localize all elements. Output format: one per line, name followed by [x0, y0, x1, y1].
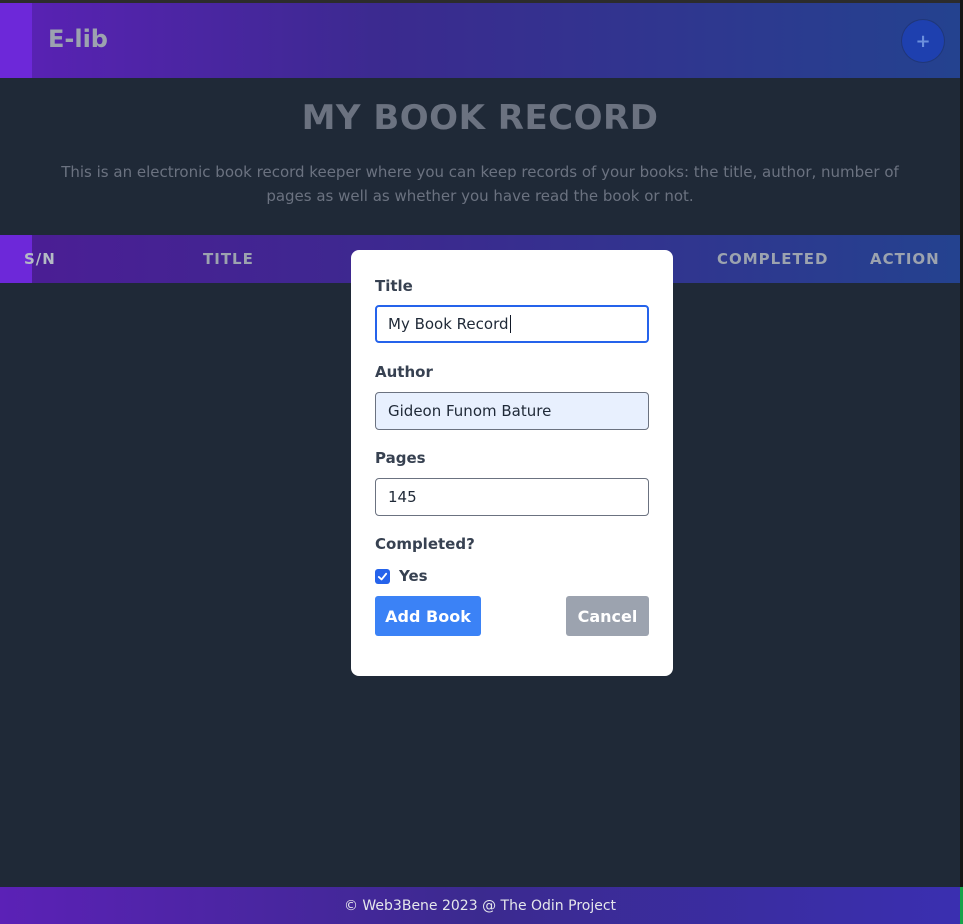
app-header: E-lib +	[0, 0, 960, 78]
plus-icon: +	[915, 30, 931, 52]
column-header-completed: COMPLETED	[717, 250, 829, 268]
pages-input[interactable]: 145	[375, 478, 649, 516]
author-input-value: Gideon Funom Bature	[388, 402, 552, 420]
completed-option: Yes	[375, 567, 428, 585]
add-book-button[interactable]: +	[902, 20, 944, 62]
page-title: MY BOOK RECORD	[301, 98, 659, 138]
text-caret	[509, 315, 511, 333]
cancel-button[interactable]: Cancel	[566, 596, 649, 636]
column-header-action: ACTION	[870, 250, 940, 268]
title-input-value: My Book Record	[388, 315, 509, 333]
completed-checkbox[interactable]	[375, 568, 390, 584]
completed-yes-label[interactable]: Yes	[399, 567, 428, 585]
completed-label: Completed?	[375, 535, 475, 553]
add-book-modal: Title My Book Record Author Gideon Funom…	[351, 250, 673, 676]
pages-label: Pages	[375, 449, 426, 467]
header-accent-bar	[0, 3, 32, 78]
author-label: Author	[375, 363, 433, 381]
page: E-lib + MY BOOK RECORD This is an electr…	[0, 0, 963, 924]
column-header-sn: S/N	[24, 250, 56, 268]
author-input[interactable]: Gideon Funom Bature	[375, 392, 649, 430]
pages-input-value: 145	[388, 488, 417, 506]
title-input[interactable]: My Book Record	[375, 305, 649, 343]
footer: © Web3Bene 2023 @ The Odin Project	[0, 887, 960, 924]
title-label: Title	[375, 277, 413, 295]
page-description: This is an electronic book record keeper…	[61, 163, 899, 205]
checkmark-icon	[377, 572, 388, 580]
column-header-title: TITLE	[203, 250, 254, 268]
add-book-submit-button[interactable]: Add Book	[375, 596, 481, 636]
brand-logo[interactable]: E-lib	[48, 25, 108, 53]
footer-credit: © Web3Bene 2023 @ The Odin Project	[343, 897, 617, 914]
